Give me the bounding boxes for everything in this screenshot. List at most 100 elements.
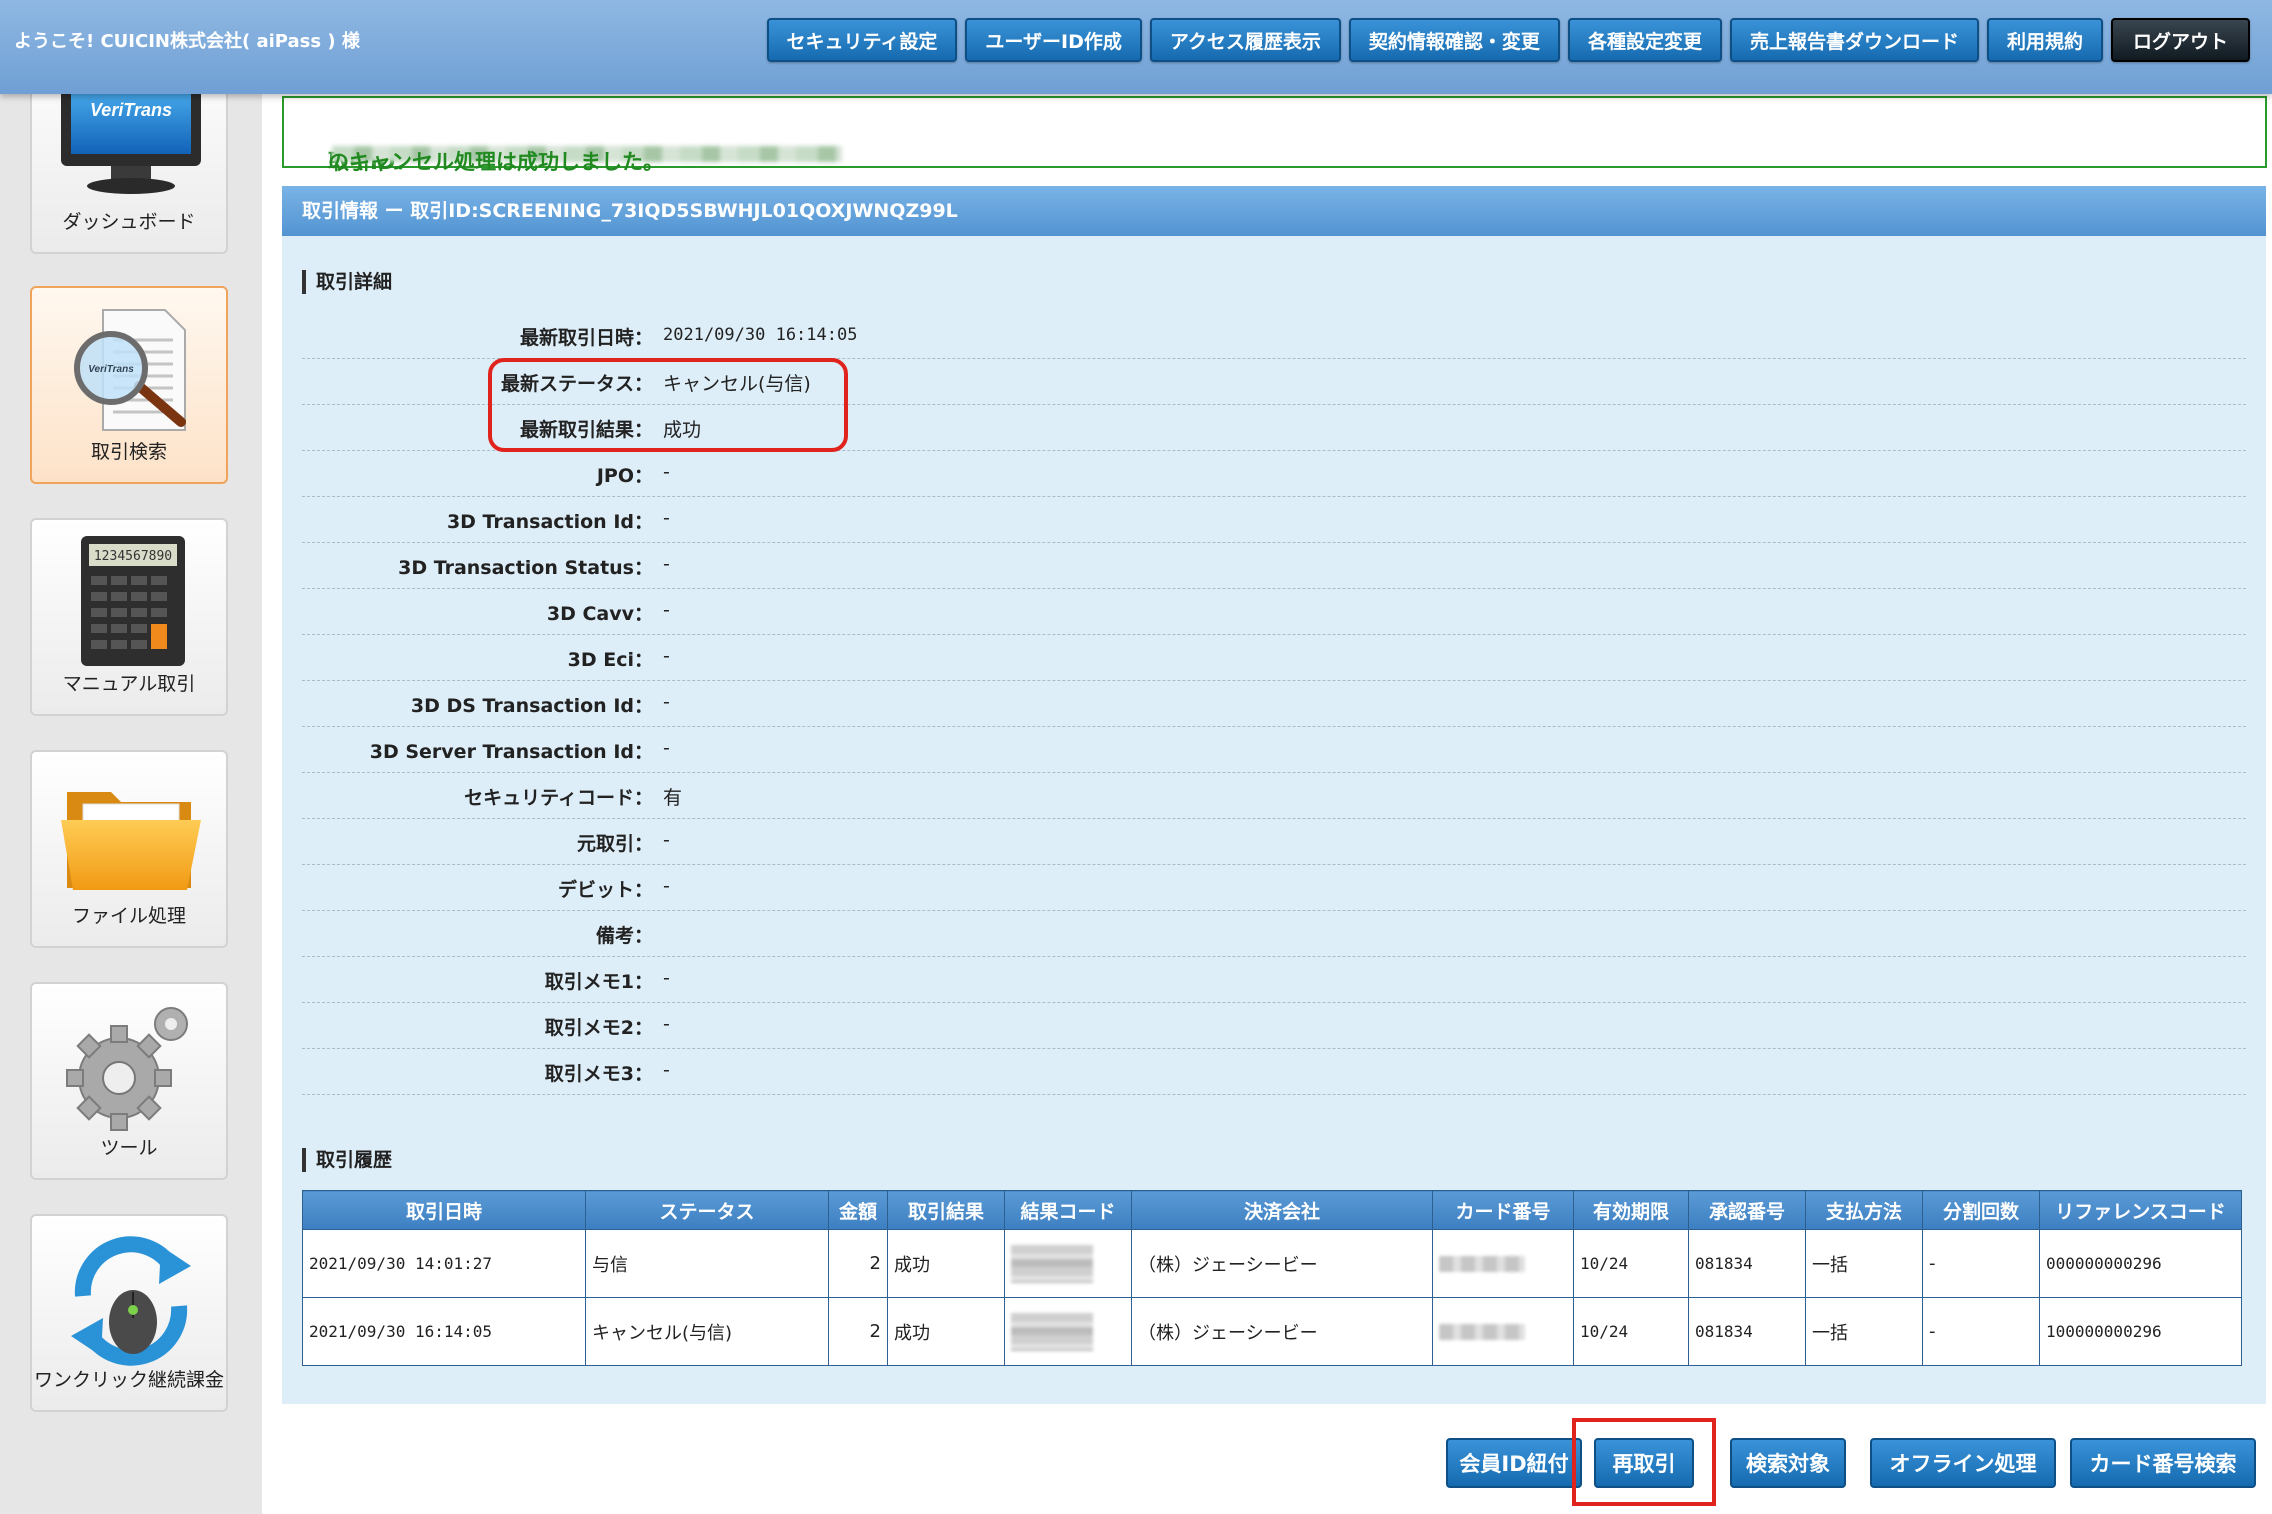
success-suffix: のキャンセル処理は成功しました。 bbox=[328, 150, 664, 174]
detail-row: セキュリティコード： 有 bbox=[302, 772, 2246, 819]
terms-of-use-button[interactable]: 利用規約 bbox=[1986, 18, 2103, 62]
cell-expiry: 10/24 bbox=[1573, 1229, 1689, 1298]
logout-button[interactable]: ログアウト bbox=[2110, 18, 2250, 62]
detail-label: 元取引： bbox=[576, 833, 653, 855]
cell-status: キャンセル(与信) bbox=[585, 1297, 829, 1366]
refresh-mouse-icon bbox=[71, 1236, 191, 1366]
history-heading: 取引履歴 bbox=[302, 1148, 392, 1172]
detail-row: 取引メモ3： - bbox=[302, 1048, 2246, 1095]
cell-result-code bbox=[1004, 1297, 1132, 1366]
calculator-icon: 1234567890 bbox=[81, 536, 185, 666]
column-header: 決済会社 bbox=[1131, 1190, 1433, 1230]
contract-info-button[interactable]: 契約情報確認・変更 bbox=[1348, 18, 1560, 62]
magnifier-document-icon: VeriTrans bbox=[74, 309, 186, 431]
sidebar-item-oneclick-billing[interactable]: ワンクリック継続課金 bbox=[30, 1214, 228, 1412]
cell-card-number bbox=[1432, 1297, 1574, 1366]
sales-report-download-button[interactable]: 売上報告書ダウンロード bbox=[1729, 18, 1979, 62]
column-header: 取引日時 bbox=[302, 1190, 586, 1230]
redacted-card-number bbox=[1439, 1324, 1525, 1340]
svg-text:VeriTrans: VeriTrans bbox=[90, 100, 172, 120]
detail-label: 3D Server Transaction Id： bbox=[369, 741, 653, 763]
top-nav: セキュリティ設定 ユーザーID作成 アクセス履歴表示 契約情報確認・変更 各種設… bbox=[766, 18, 2250, 62]
sidebar-item-file-processing[interactable]: ファイル処理 bbox=[30, 750, 228, 948]
detail-value: - bbox=[663, 875, 670, 897]
detail-value: - bbox=[663, 553, 670, 575]
detail-value: - bbox=[663, 507, 670, 529]
detail-row: 備考： bbox=[302, 910, 2246, 957]
access-history-button[interactable]: アクセス履歴表示 bbox=[1149, 18, 1341, 62]
sidebar-item-label: ワンクリック継続課金 bbox=[33, 1369, 224, 1391]
detail-heading: 取引詳細 bbox=[302, 270, 392, 294]
status-highlight-box bbox=[488, 358, 848, 452]
member-id-link-button[interactable]: 会員ID紐付 bbox=[1446, 1438, 1582, 1488]
cell-amount: 2 bbox=[828, 1297, 888, 1366]
detail-row: JPO： - bbox=[302, 450, 2246, 497]
security-settings-button[interactable]: セキュリティ設定 bbox=[766, 18, 958, 62]
sidebar-item-label: マニュアル取引 bbox=[62, 673, 196, 695]
cell-approval: 081834 bbox=[1688, 1229, 1806, 1298]
cell-installments: - bbox=[1922, 1297, 2040, 1366]
history-table: 取引日時 ステータス 金額 取引結果 結果コード 決済会社 カード番号 有効期限… bbox=[302, 1190, 2242, 1366]
cell-reference: 100000000296 bbox=[2039, 1297, 2242, 1366]
detail-value: 2021/09/30 16:14:05 bbox=[663, 325, 858, 345]
detail-label: 3D Transaction Id： bbox=[446, 511, 653, 533]
column-header: 支払方法 bbox=[1805, 1190, 1923, 1230]
detail-row: 3D Cavv： - bbox=[302, 588, 2246, 635]
detail-value: - bbox=[663, 829, 670, 851]
detail-value: - bbox=[663, 461, 670, 483]
detail-value: - bbox=[663, 599, 670, 621]
detail-label: 最新取引日時： bbox=[519, 327, 653, 349]
sidebar-item-label: ダッシュボード bbox=[62, 211, 196, 233]
detail-label: 3D Eci： bbox=[567, 649, 653, 671]
detail-value: - bbox=[663, 967, 670, 989]
cell-result: 成功 bbox=[887, 1229, 1005, 1298]
cell-payment: 一括 bbox=[1805, 1229, 1923, 1298]
sidebar-item-label: ツール bbox=[100, 1137, 158, 1159]
detail-value: - bbox=[663, 1013, 670, 1035]
card-number-search-button[interactable]: カード番号検索 bbox=[2070, 1438, 2256, 1488]
cell-result-code bbox=[1004, 1229, 1132, 1298]
cell-result: 成功 bbox=[887, 1297, 1005, 1366]
detail-row: デビット： - bbox=[302, 864, 2246, 911]
success-message: 取引ID： のキャンセル処理は成功しました。 bbox=[282, 96, 2267, 174]
detail-value: 有 bbox=[663, 787, 683, 809]
cell-date: 2021/09/30 16:14:05 bbox=[302, 1297, 586, 1366]
column-header: ステータス bbox=[585, 1190, 829, 1230]
column-header: 取引結果 bbox=[887, 1190, 1005, 1230]
search-target-button[interactable]: 検索対象 bbox=[1730, 1438, 1846, 1488]
offline-processing-button[interactable]: オフライン処理 bbox=[1870, 1438, 2056, 1488]
top-bar: ようこそ! CUICIN株式会社( aiPass ) 様 セキュリティ設定 ユー… bbox=[0, 0, 2272, 94]
detail-value: - bbox=[663, 645, 670, 667]
detail-label: 取引メモ2： bbox=[544, 1017, 653, 1039]
column-header: 金額 bbox=[828, 1190, 888, 1230]
cell-payment: 一括 bbox=[1805, 1297, 1923, 1366]
column-header: 承認番号 bbox=[1688, 1190, 1806, 1230]
sidebar-item-label: ファイル処理 bbox=[71, 905, 186, 927]
column-header: 分割回数 bbox=[1922, 1190, 2040, 1230]
sidebar-item-manual-transaction[interactable]: 1234567890 マニュアル取引 bbox=[30, 518, 228, 716]
cell-installments: - bbox=[1922, 1229, 2040, 1298]
redacted-card-number bbox=[1439, 1256, 1525, 1272]
create-user-id-button[interactable]: ユーザーID作成 bbox=[965, 18, 1142, 62]
detail-label: セキュリティコード： bbox=[464, 787, 653, 809]
detail-row: 3D Eci： - bbox=[302, 634, 2246, 681]
cell-expiry: 10/24 bbox=[1573, 1297, 1689, 1366]
sidebar-item-transaction-search[interactable]: VeriTrans 取引検索 bbox=[30, 286, 228, 484]
cell-reference: 000000000296 bbox=[2039, 1229, 2242, 1298]
detail-label: デビット： bbox=[557, 879, 653, 901]
column-header: 有効期限 bbox=[1573, 1190, 1689, 1230]
detail-row: 取引メモ1： - bbox=[302, 956, 2246, 1003]
column-header: 結果コード bbox=[1004, 1190, 1132, 1230]
sidebar-item-tools[interactable]: ツール bbox=[30, 982, 228, 1180]
column-header: リファレンスコード bbox=[2039, 1190, 2242, 1230]
folder-icon bbox=[61, 792, 201, 890]
redacted-result-code bbox=[1011, 1244, 1093, 1283]
svg-text:VeriTrans: VeriTrans bbox=[88, 364, 134, 375]
settings-change-button[interactable]: 各種設定変更 bbox=[1567, 18, 1722, 62]
history-header-row: 取引日時 ステータス 金額 取引結果 結果コード 決済会社 カード番号 有効期限… bbox=[302, 1190, 2242, 1230]
detail-label: JPO： bbox=[596, 465, 653, 487]
detail-label: 取引メモ3： bbox=[544, 1063, 653, 1085]
detail-label: 3D Cavv： bbox=[546, 603, 653, 625]
detail-label: 取引メモ1： bbox=[544, 971, 653, 993]
panel-title: 取引情報 ー 取引ID:SCREENING_73IQD5SBWHJL01QOXJ… bbox=[282, 186, 2266, 236]
